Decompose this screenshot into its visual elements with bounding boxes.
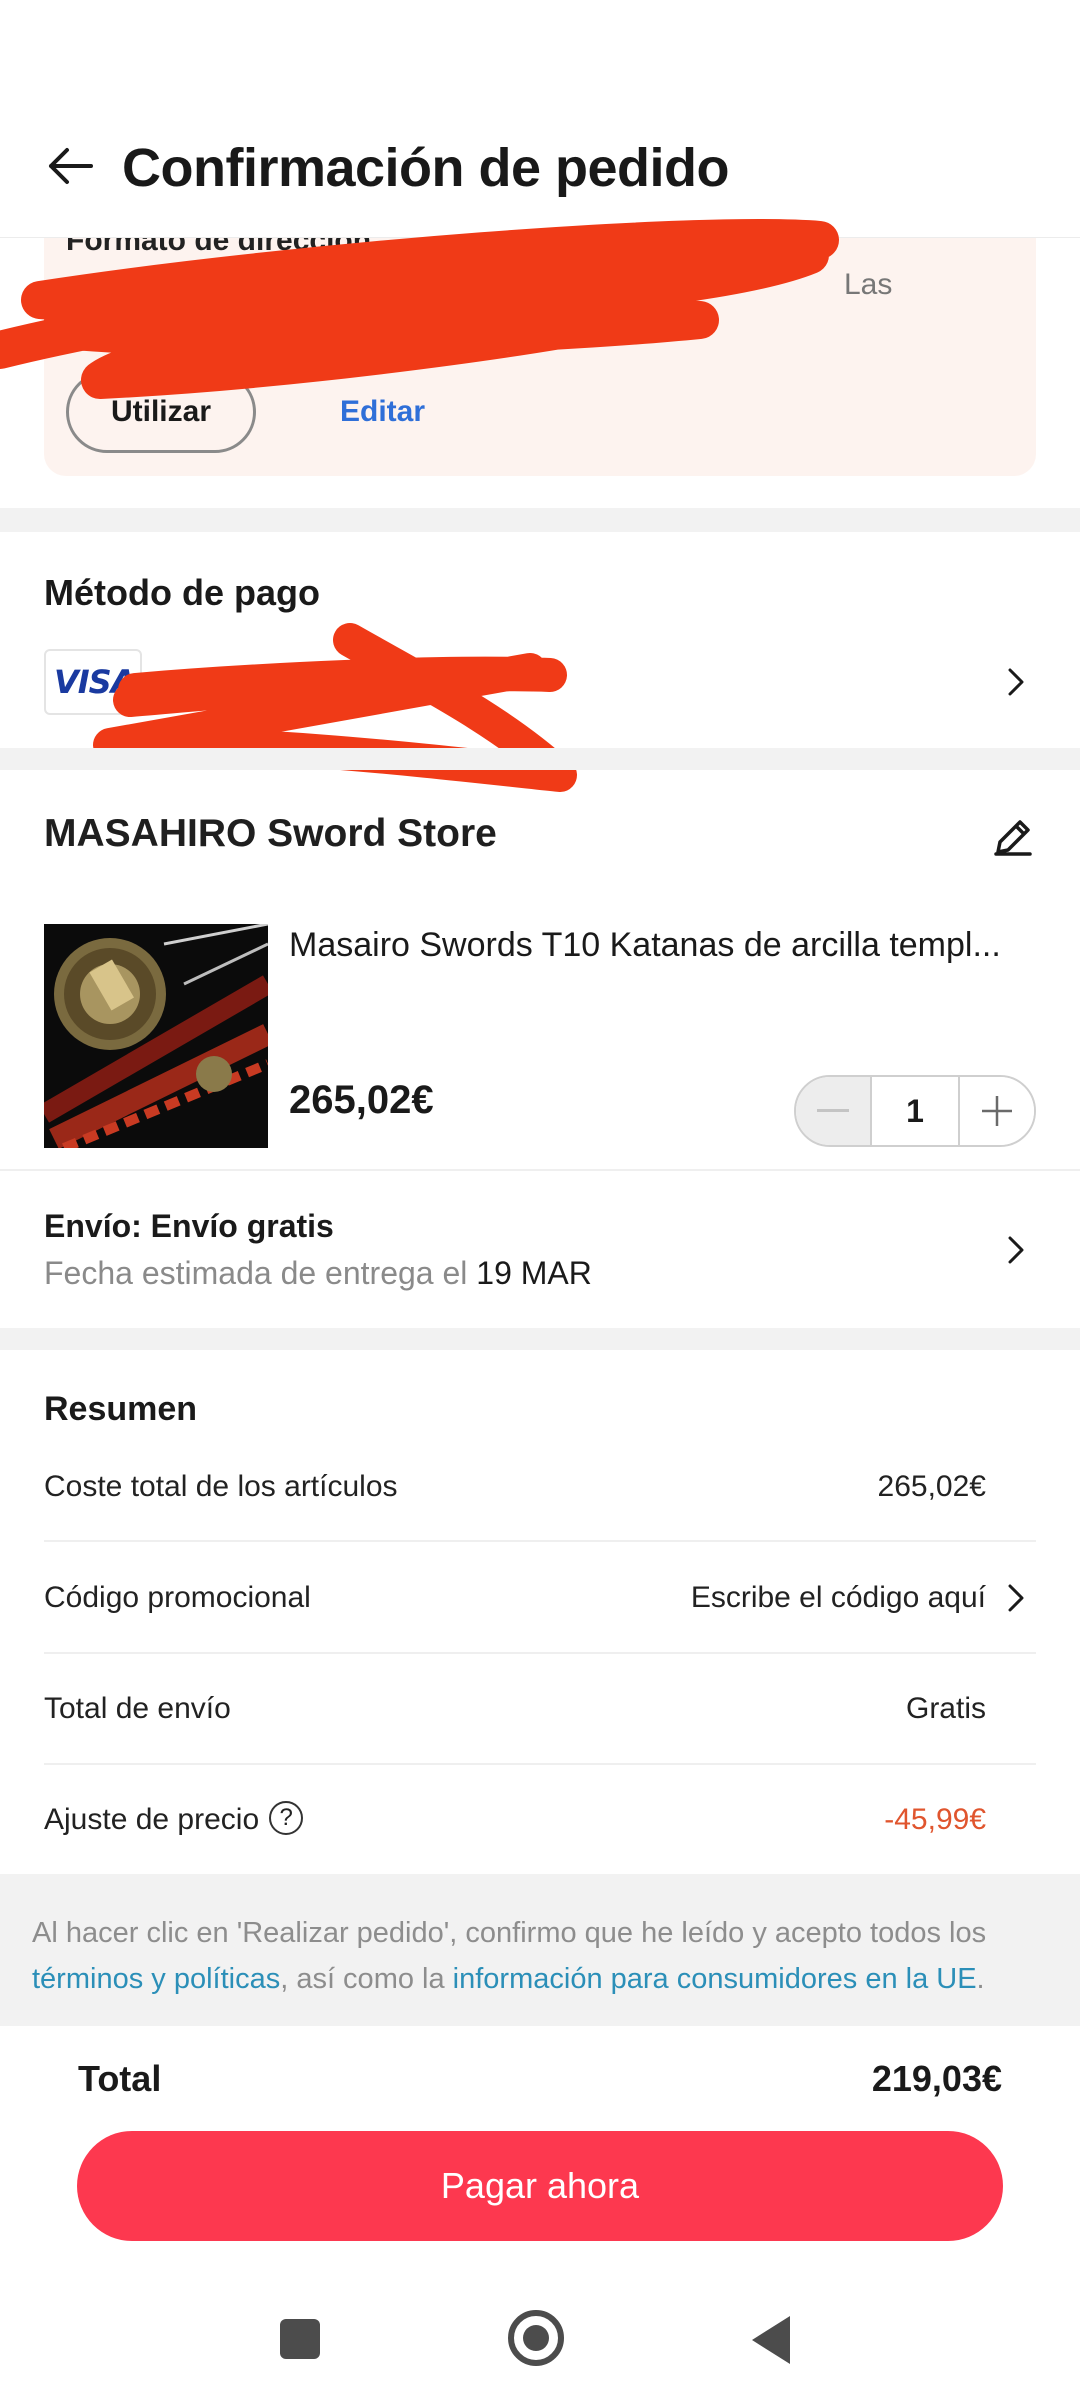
promo-code-label: Código promocional [44, 1581, 311, 1614]
shipping-date: Fecha estimada de entrega el 19 MAR [44, 1255, 592, 1291]
recent-apps-icon[interactable] [280, 2319, 320, 2359]
total-label: Total [78, 2058, 162, 2099]
section-separator [0, 1328, 1080, 1350]
home-icon[interactable] [508, 2310, 564, 2366]
divider [44, 1540, 1036, 1542]
price-adjustment-label: Ajuste de precio? [44, 1801, 304, 1838]
minus-icon [817, 1109, 849, 1112]
header: Confirmación de pedido [0, 0, 1080, 238]
shipping-chevron-right-icon[interactable] [996, 1230, 1036, 1270]
promo-chevron-right-icon[interactable] [996, 1578, 1036, 1618]
quantity-increase-button[interactable] [958, 1077, 1034, 1145]
address-format-label: Formato de dirección [66, 238, 372, 257]
section-separator [0, 508, 1080, 532]
address-card: Formato de dirección Las Utilizar Editar [44, 238, 1036, 476]
back-button[interactable] [44, 136, 96, 196]
terms-link[interactable]: términos y políticas [32, 1963, 280, 1995]
visa-logo[interactable]: VISA [44, 649, 142, 715]
payment-method-title: Método de pago [44, 572, 320, 613]
address-text: Las [844, 268, 893, 301]
pay-now-button[interactable]: Pagar ahora [77, 2131, 1003, 2241]
plus-icon [982, 1096, 1012, 1126]
store-name: MASAHIRO Sword Store [44, 812, 497, 855]
quantity-decrease-button[interactable] [796, 1077, 872, 1145]
pencil-icon[interactable] [990, 814, 1036, 860]
divider [0, 1169, 1080, 1171]
price-adjustment-value: -45,99€ [884, 1803, 986, 1836]
divider [44, 1763, 1036, 1765]
quantity-value[interactable]: 1 [872, 1077, 958, 1145]
page-title: Confirmación de pedido [122, 138, 730, 198]
section-separator [0, 748, 1080, 770]
katana-image-art [44, 924, 268, 1148]
edit-address-button[interactable]: Editar [340, 371, 425, 453]
product-price: 265,02€ [289, 1078, 434, 1122]
summary-items-total-value: 265,02€ [877, 1470, 986, 1503]
total-value: 219,03€ [871, 2058, 1002, 2099]
system-navigation-bar [0, 2270, 1080, 2400]
back-triangle-icon[interactable] [752, 2316, 790, 2364]
arrow-left-icon [49, 148, 93, 184]
summary-title: Resumen [44, 1390, 198, 1428]
quantity-stepper: 1 [794, 1075, 1036, 1147]
payment-chevron-right-icon[interactable] [996, 662, 1036, 702]
home-dot [523, 2325, 549, 2351]
shipping-total-label: Total de envío [44, 1692, 231, 1725]
product-title[interactable]: Masairo Swords T10 Katanas de arcilla te… [289, 926, 1029, 965]
question-mark-icon[interactable]: ? [269, 1801, 304, 1836]
delivery-date: 19 MAR [476, 1255, 592, 1291]
terms-disclaimer: Al hacer clic en 'Realizar pedido', conf… [0, 1874, 1080, 2026]
eu-consumer-info-link[interactable]: información para consumidores en la UE [453, 1963, 977, 1995]
divider [44, 1652, 1036, 1654]
shipping-title: Envío: Envío gratis [44, 1208, 334, 1244]
summary-items-total-label: Coste total de los artículos [44, 1470, 398, 1503]
product-image[interactable] [44, 924, 268, 1148]
use-address-button[interactable]: Utilizar [66, 371, 256, 453]
shipping-total-value: Gratis [905, 1692, 986, 1725]
promo-code-input[interactable]: Escribe el código aquí [691, 1581, 986, 1615]
